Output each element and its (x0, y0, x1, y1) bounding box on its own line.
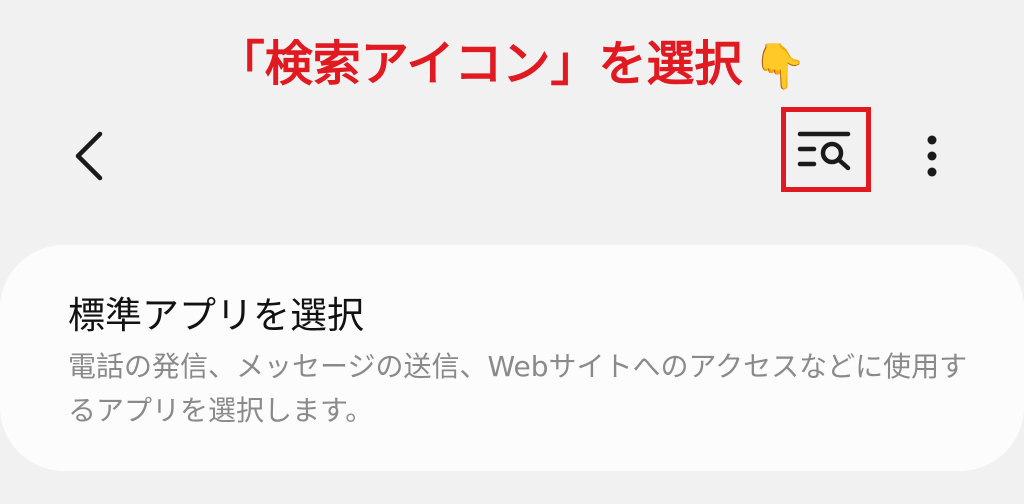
more-vertical-icon (927, 135, 937, 177)
annotation-text: 「検索アイコン」を選択 (216, 36, 743, 92)
card-title: 標準アプリを選択 (68, 294, 364, 337)
highlight-box (781, 107, 871, 192)
chevron-left-icon (75, 131, 103, 181)
more-options-button[interactable] (906, 120, 958, 192)
card-description: 電話の発信、メッセージの送信、Webサイトへのアクセスなどに使用するアプリを選択… (68, 350, 968, 427)
back-button[interactable] (58, 120, 122, 192)
instruction-annotation: 「検索アイコン」を選択 👇 (0, 34, 1024, 97)
default-apps-card[interactable]: 標準アプリを選択 電話の発信、メッセージの送信、Webサイトへのアクセスなどに使… (0, 245, 1024, 471)
pointing-hand-icon: 👇 (752, 41, 808, 92)
